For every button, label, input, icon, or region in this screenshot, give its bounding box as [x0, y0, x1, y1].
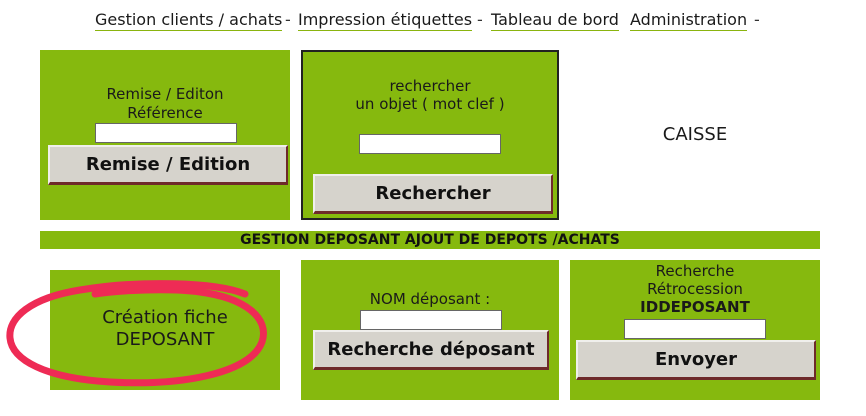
iddeposant-label: IDDEPOSANT [640, 298, 750, 316]
remise-label-line1: Remise / Editon [106, 85, 224, 103]
nom-deposant-label: NOM déposant : [369, 290, 491, 308]
retrocession-panel: Recherche Rétrocession IDDEPOSANT Envoye… [570, 260, 820, 400]
nav-link-tableau-de-bord[interactable]: Tableau de bord [491, 10, 619, 31]
red-circle-annotation [6, 280, 267, 387]
recherche-objet-label-line1: rechercher [389, 77, 471, 95]
recherche-objet-label-line2: un objet ( mot clef ) [355, 95, 505, 113]
rechercher-button[interactable]: Rechercher [313, 174, 553, 214]
remise-edition-button[interactable]: Remise / Edition [48, 145, 288, 185]
nom-deposant-panel: NOM déposant : Recherche déposant [301, 260, 559, 400]
remise-label-line2: Référence [127, 104, 203, 122]
retrocession-label-line3: IDDEPOSANT [570, 298, 820, 316]
section-title-bar: GESTION DEPOSANT AJOUT DE DEPOTS /ACHATS [40, 231, 820, 249]
reference-input[interactable] [95, 123, 237, 143]
nav-link-impression-etiquettes[interactable]: Impression étiquettes [298, 10, 473, 31]
envoyer-button[interactable]: Envoyer [576, 340, 816, 380]
recherche-deposant-button[interactable]: Recherche déposant [313, 330, 549, 370]
retrocession-label-line2: Rétrocession [647, 280, 743, 298]
nav-link-gestion-clients[interactable]: Gestion clients / achats [95, 10, 283, 31]
retrocession-label-line1: Recherche [655, 262, 735, 280]
nom-deposant-input[interactable] [360, 310, 502, 330]
nav-separator: - [285, 10, 291, 29]
iddeposant-input[interactable] [624, 319, 766, 339]
caisse-link[interactable]: CAISSE [620, 124, 770, 145]
remise-panel: Remise / Editon Référence Remise / Editi… [40, 50, 290, 220]
mot-clef-input[interactable] [359, 134, 501, 154]
recherche-objet-panel: rechercher un objet ( mot clef ) Recherc… [301, 50, 559, 220]
nav-separator: - [754, 10, 760, 29]
nav-link-administration[interactable]: Administration [630, 10, 748, 31]
nav-separator: - [477, 10, 483, 29]
top-navigation: Gestion clients / achats - Impression ét… [0, 10, 866, 32]
